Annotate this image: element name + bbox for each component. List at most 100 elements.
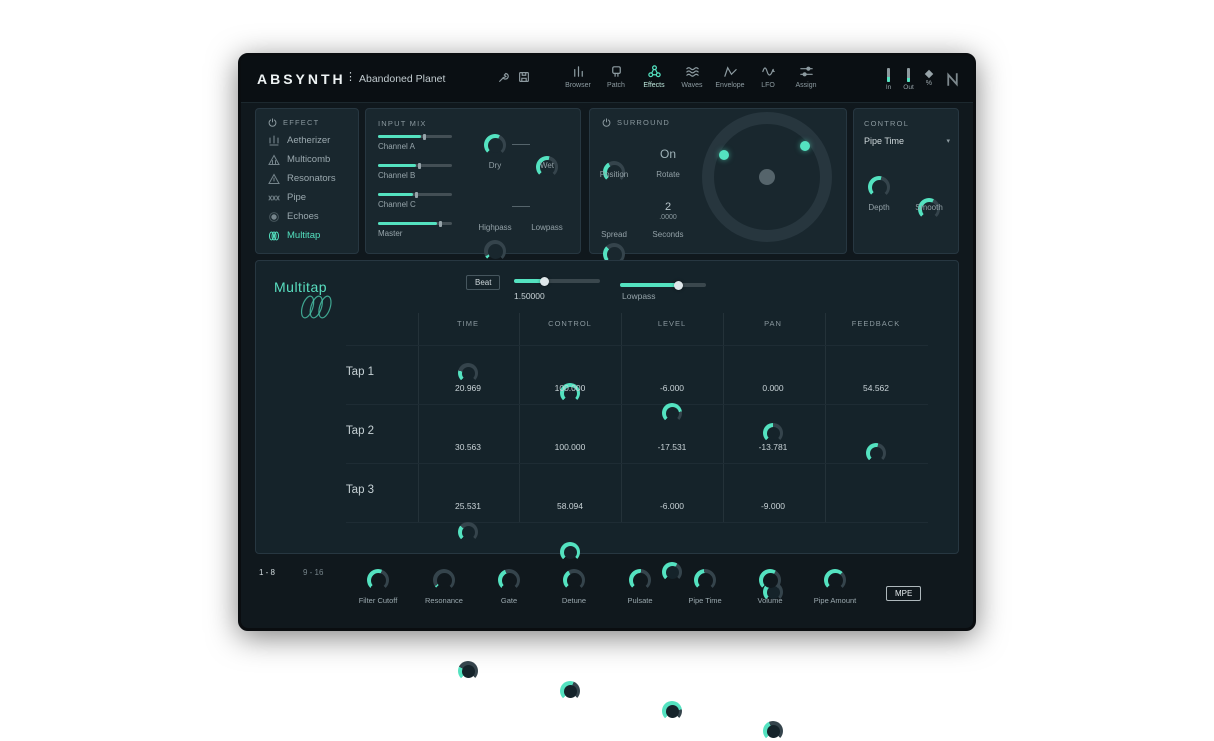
tap3-time-value: 25.531 [428,501,508,511]
tab-patch[interactable]: Patch [597,56,635,102]
multitap-lowpass-slider[interactable] [620,283,706,287]
tap2-label: Tap 2 [320,425,400,437]
channel-b-slider[interactable] [378,164,452,167]
tab-browser[interactable]: Browser [559,56,597,102]
tap1-time-knob[interactable] [458,363,478,383]
seconds-label: Seconds [644,230,692,239]
input-mix-title: INPUT MIX [378,119,427,128]
effect-item-resonators[interactable]: Resonators [256,169,358,188]
tap2-control-knob[interactable] [560,542,580,562]
tap2-time-knob[interactable] [458,522,478,542]
macro-page-1-8[interactable]: 1 - 8 [259,568,275,577]
effect-item-echoes[interactable]: Echoes [256,207,358,226]
surround-power-icon[interactable] [602,118,611,127]
tab-waves[interactable]: Waves [673,56,711,102]
tap3-level-knob[interactable] [662,701,682,721]
effect-power-icon[interactable] [268,118,277,127]
save-icon[interactable] [517,70,531,84]
column-header-control: CONTROL [525,319,615,328]
tab-assign[interactable]: Assign [787,56,825,102]
column-header-time: TIME [423,319,513,328]
pipe-amount-knob[interactable] [824,569,846,591]
absynth-plugin-window: ABSYNTH ⋮ Abandoned Planet Browser Patch [238,53,976,631]
absynth-logo: ABSYNTH [257,71,346,87]
depth-knob[interactable] [868,176,890,198]
control-target-dropdown[interactable]: Pipe Time ▾ [864,136,950,146]
tap3-pan-knob[interactable] [763,721,783,741]
tab-effects[interactable]: Effects [635,56,673,102]
tap1-feedback-knob[interactable] [866,443,886,463]
resonators-icon [268,173,280,185]
mpe-button[interactable]: MPE [886,586,921,601]
tap2-pan-value: -13.781 [733,442,813,452]
menu-dots-icon[interactable]: ⋮ [345,70,356,83]
pulsate-knob[interactable] [629,569,651,591]
surround-speaker-dot-right[interactable] [800,141,810,151]
multitap-coil-icon [292,289,344,325]
channel-c-label: Channel C [378,200,452,209]
input-mix-panel: INPUT MIX Channel A Channel B Channel C … [365,108,581,254]
tap3-label: Tap 3 [320,484,400,496]
surround-speaker-dot-left[interactable] [719,150,729,160]
grid-hline [346,463,928,464]
tap1-pan-knob[interactable] [763,423,783,443]
tap1-time-value: 20.969 [428,383,508,393]
spread-label: Spread [590,230,638,239]
surround-center-dot[interactable] [759,169,775,185]
multicomb-icon [268,154,280,166]
column-header-pan: PAN [728,319,818,328]
highpass-knob[interactable] [484,240,506,262]
macro-page-9-16[interactable]: 9 - 16 [303,568,323,577]
effect-item-pipe[interactable]: Pipe [256,188,358,207]
surround-title: SURROUND [617,118,670,127]
lfo-icon [761,64,776,79]
tap1-label: Tap 1 [320,366,400,378]
effect-item-multitap[interactable]: Multitap [256,226,358,245]
effect-list-panel: EFFECT Aetherizer Multicomb Resonators P… [255,108,359,254]
effect-item-aetherizer[interactable]: Aetherizer [256,131,358,150]
resonance-knob[interactable] [433,569,455,591]
macro-gate: Gate [476,569,542,605]
master-slider[interactable] [378,222,452,225]
dry-wet-link [512,144,530,145]
echoes-icon [268,211,280,223]
surround-panel: SURROUND Position On Rotate Spread 2 .00… [589,108,847,254]
patch-icon [609,64,624,79]
input-meter-fill [887,77,890,82]
browser-icon [571,64,586,79]
rotate-status[interactable]: On [644,147,692,161]
gate-knob[interactable] [498,569,520,591]
beat-button[interactable]: Beat [466,275,500,290]
macro-resonance: Resonance [411,569,477,605]
tap1-level-knob[interactable] [662,403,682,423]
filter-cutoff-knob[interactable] [367,569,389,591]
tap1-control-value: 100.000 [530,383,610,393]
envelope-icon [723,64,738,79]
detune-knob[interactable] [563,569,585,591]
dry-knob[interactable] [484,134,506,156]
pipe-time-knob[interactable] [694,569,716,591]
channel-c-slider[interactable] [378,193,452,196]
tab-lfo[interactable]: LFO [749,56,787,102]
effect-item-multicomb[interactable]: Multicomb [256,150,358,169]
patch-name[interactable]: Abandoned Planet [359,73,445,85]
tab-envelope[interactable]: Envelope [711,56,749,102]
highpass-label: Highpass [471,223,519,232]
seconds-frac: .0000 [644,214,692,221]
output-meter: Out [903,68,913,91]
input-meter: In [886,68,891,91]
nav-tabs: Browser Patch Effects Waves Enve [559,56,825,102]
time-base-slider[interactable] [514,279,600,283]
tap3-control-knob[interactable] [560,681,580,701]
multitap-panel: Multitap Beat 1.50000 Lowpass TIME CONTR… [255,260,959,554]
wrench-icon[interactable] [497,70,511,84]
macro-pipe-amount: Pipe Amount [802,569,868,605]
grid-hline [346,345,928,346]
volume-knob[interactable] [759,569,781,591]
seconds-int[interactable]: 2 [644,201,692,213]
output-meter-fill [907,78,910,82]
channel-a-slider[interactable] [378,135,452,138]
tap3-time-knob[interactable] [458,661,478,681]
rotate-label: Rotate [644,170,692,179]
tap2-control-value: 100.000 [530,442,610,452]
